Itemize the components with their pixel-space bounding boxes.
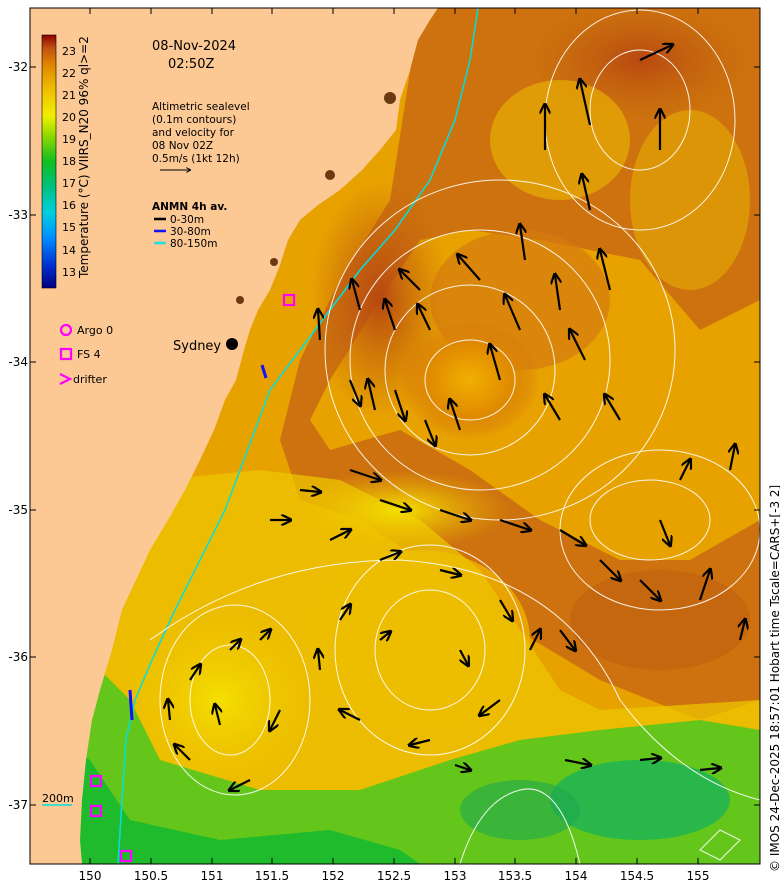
estuary: [384, 92, 396, 104]
anmn-title: ANMN 4h av.: [152, 201, 227, 213]
y-tick-label: -34: [8, 355, 28, 369]
x-tick-label: 153: [444, 869, 467, 883]
altimetry-note-line: 08 Nov 02Z: [152, 140, 213, 152]
colorbar-tick: 23: [62, 45, 76, 58]
x-tick-label: 151: [201, 869, 224, 883]
cool-patch: [630, 110, 750, 290]
cold-patch: [460, 780, 580, 840]
cold-patch: [550, 760, 730, 840]
estuary: [236, 296, 244, 304]
anmn-depth-label: 80-150m: [170, 238, 217, 250]
fs-legend-label: FS 4: [77, 348, 101, 361]
isobath-label: 200m: [42, 792, 74, 805]
altimetry-note-line: (0.1m contours): [152, 114, 236, 126]
place-label-sydney: Sydney: [173, 339, 221, 354]
x-tick-label: 152.5: [377, 869, 411, 883]
altimetry-note-line: 0.5m/s (1kt 12h): [152, 153, 240, 165]
colorbar-title: Temperature (°C) VIIRS_N20 96% ql>=2: [77, 36, 91, 279]
colorbar-tick: 16: [62, 199, 76, 212]
colorbar-tick: 14: [62, 244, 76, 257]
x-tick-label: 151.5: [255, 869, 289, 883]
colorbar-tick: 18: [62, 155, 76, 168]
x-tick-label: 154.5: [620, 869, 654, 883]
cool-patch: [290, 470, 510, 550]
x-tick-label: 150: [79, 869, 102, 883]
estuary: [325, 170, 335, 180]
y-tick-label: -37: [8, 798, 28, 812]
colorbar-tick: 15: [62, 221, 76, 234]
hot-patch: [570, 570, 750, 670]
argo-legend-label: Argo 0: [77, 324, 113, 337]
anmn-depth-label: 0-30m: [170, 214, 204, 226]
x-tick-label: 154: [565, 869, 588, 883]
x-tick-label: 152: [322, 869, 345, 883]
colorbar-tick: 21: [62, 89, 76, 102]
colorbar-tick: 13: [62, 266, 76, 279]
sst-map: 150 150.5 151 151.5 152 152.5 153 153.5 …: [8, 7, 780, 883]
eddy-core: [400, 320, 540, 440]
drifter-legend-label: drifter: [73, 373, 107, 386]
altimetry-note-line: and velocity for: [152, 127, 235, 139]
colorbar-tick: 20: [62, 111, 76, 124]
estuary: [270, 258, 278, 266]
x-tick-label: 150.5: [134, 869, 168, 883]
x-tick-label: 153.5: [498, 869, 532, 883]
map-date: 08-Nov-2024: [152, 39, 236, 54]
x-tick-label: 155: [687, 869, 710, 883]
sydney-marker: [226, 338, 238, 350]
colorbar-tick: 22: [62, 67, 76, 80]
colorbar: [41, 34, 57, 289]
y-tick-label: -33: [8, 208, 28, 222]
credit-text: © IMOS 24-Dec-2025 18:57:01 Hobart time …: [768, 485, 780, 872]
cool-patch: [490, 80, 630, 200]
colorbar-tick: 17: [62, 177, 76, 190]
colorbar-tick: 19: [62, 133, 76, 146]
y-tick-label: -32: [8, 60, 28, 74]
y-tick-label: -36: [8, 650, 28, 664]
altimetry-note-line: Altimetric sealevel: [152, 101, 250, 113]
mooring-arrow: [128, 689, 134, 721]
y-tick-label: -35: [8, 503, 28, 517]
anmn-depth-label: 30-80m: [170, 226, 211, 238]
map-time: 02:50Z: [168, 57, 214, 72]
